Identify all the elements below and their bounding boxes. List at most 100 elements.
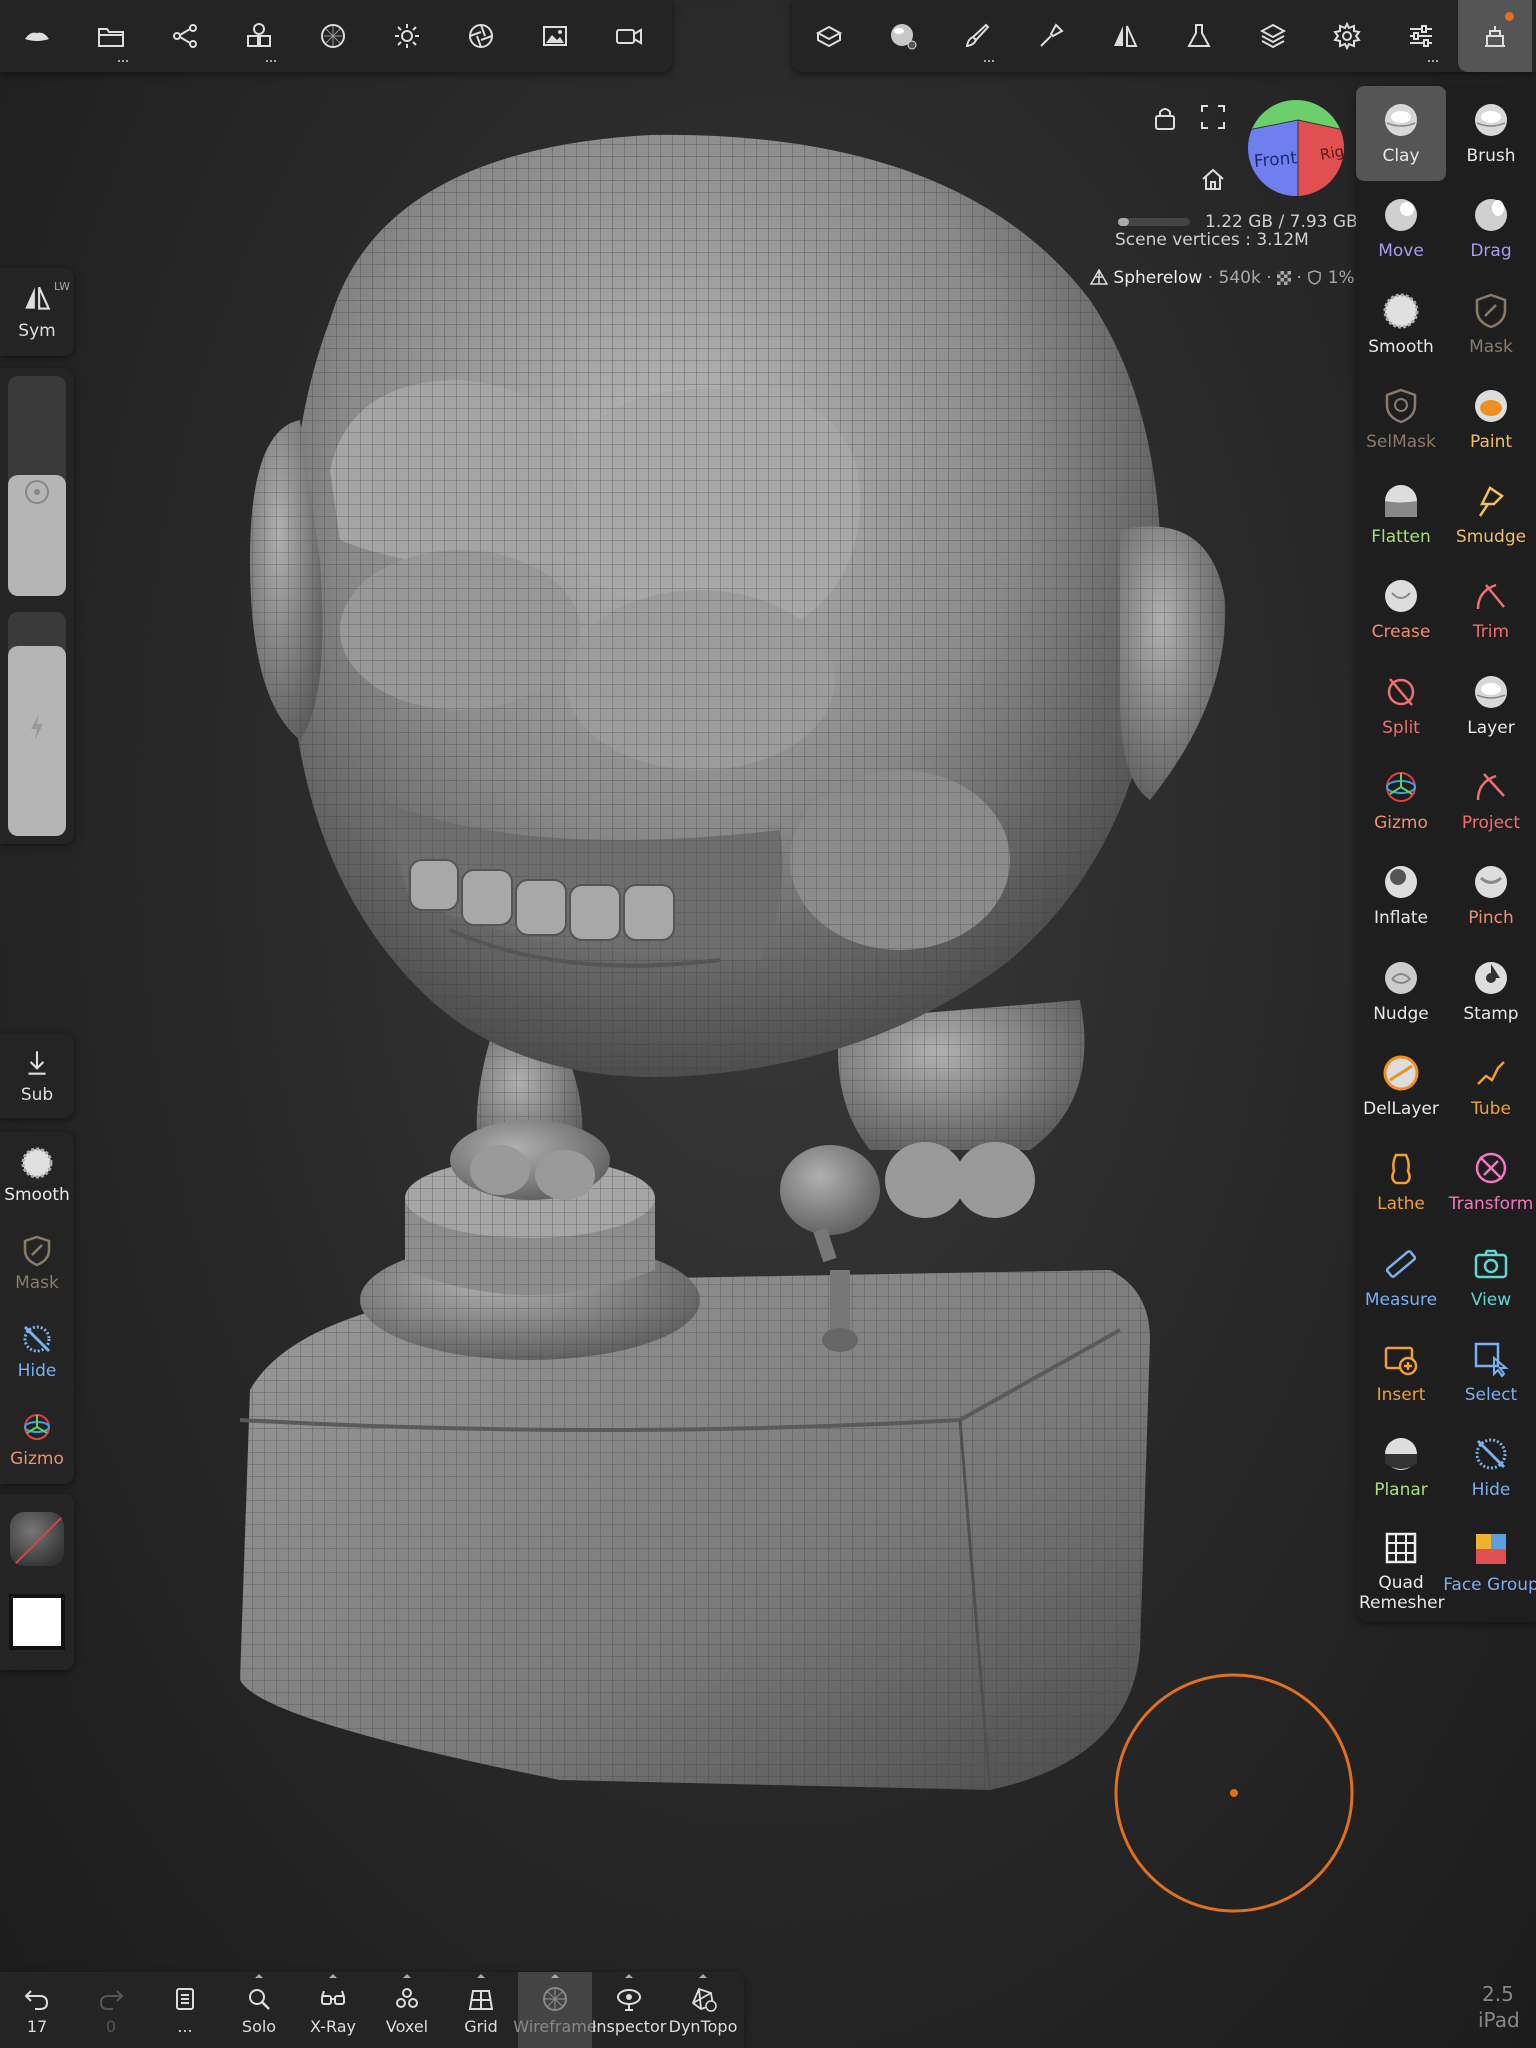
toggle-label: Solo: [241, 2016, 277, 2036]
toggle-inspector[interactable]: Inspector: [592, 1972, 666, 2048]
selmask-icon: [1381, 386, 1421, 426]
symmetry-icon[interactable]: [1088, 0, 1162, 72]
layers-icon[interactable]: [1236, 0, 1310, 72]
brush-stamp[interactable]: Stamp: [1446, 944, 1536, 1039]
mesh-name: Spherelow: [1113, 268, 1203, 288]
topology-icon[interactable]: [792, 0, 866, 72]
quick-tool-mask[interactable]: Mask: [0, 1220, 74, 1308]
brush-view[interactable]: View: [1446, 1230, 1536, 1325]
brush-mask[interactable]: Mask: [1446, 277, 1536, 372]
scene-tree-icon[interactable]: [148, 0, 222, 72]
brush-pinch[interactable]: Pinch: [1446, 848, 1536, 943]
sub-arrow-icon: [28, 1051, 46, 1075]
3d-viewport[interactable]: [0, 0, 1536, 2048]
mesh-info[interactable]: Spherelow · 540k · · 1%: [1089, 268, 1355, 288]
flask-icon[interactable]: [1162, 0, 1236, 72]
brush-brush[interactable]: Brush: [1446, 86, 1536, 181]
color-swatch[interactable]: [9, 1594, 65, 1650]
move-icon: [1381, 195, 1421, 235]
sliders-icon[interactable]: [1384, 0, 1458, 72]
radius-slider[interactable]: [8, 376, 66, 596]
toggle-grid[interactable]: Grid: [444, 1972, 518, 2048]
quick-tool-smooth[interactable]: Smooth: [0, 1132, 74, 1220]
brush-move[interactable]: Move: [1356, 181, 1446, 276]
hide-icon: [1471, 1434, 1511, 1474]
inflate-icon: [1381, 862, 1421, 902]
brush-label: Face Group: [1443, 1575, 1536, 1596]
brush-label: Brush: [1466, 146, 1516, 166]
project-icon: [1471, 767, 1511, 807]
drag-icon: [1471, 195, 1511, 235]
brush-drag[interactable]: Drag: [1446, 181, 1536, 276]
brush-tube[interactable]: Tube: [1446, 1039, 1536, 1134]
brush-planar[interactable]: Planar: [1356, 1420, 1446, 1515]
primitives-icon[interactable]: [222, 0, 296, 72]
quick-tool-gizmo[interactable]: Gizmo: [0, 1396, 74, 1484]
brush-label: Smooth: [1368, 336, 1434, 357]
head: [250, 134, 1226, 1077]
symmetry-toggle[interactable]: Sym LW: [0, 268, 74, 356]
brush-label: Project: [1461, 813, 1521, 834]
brush-lathe[interactable]: Lathe: [1356, 1134, 1446, 1229]
brush-smudge[interactable]: Smudge: [1446, 467, 1536, 562]
brush-paint[interactable]: Paint: [1446, 372, 1536, 467]
camera-aperture-icon[interactable]: [444, 0, 518, 72]
memory-bar: [1118, 218, 1190, 226]
options-caret-icon: [255, 1974, 263, 1978]
paint-brush-icon[interactable]: [940, 0, 1014, 72]
brush-sliders-panel: [0, 368, 74, 844]
brush-transform[interactable]: Transform: [1446, 1134, 1536, 1229]
home-icon[interactable]: [1200, 166, 1226, 192]
stamp-tool-icon[interactable]: [1014, 0, 1088, 72]
brush-flatten[interactable]: Flatten: [1356, 467, 1446, 562]
material-preview-icon[interactable]: [866, 0, 940, 72]
light-icon[interactable]: [370, 0, 444, 72]
brush-clay[interactable]: Clay: [1356, 86, 1446, 182]
settings-gear-icon[interactable]: [1310, 0, 1384, 72]
toggle-dyntopo[interactable]: DynTopo: [666, 1972, 740, 2048]
image-icon[interactable]: [518, 0, 592, 72]
brush-insert[interactable]: Insert: [1356, 1325, 1446, 1420]
intensity-slider[interactable]: [8, 612, 66, 836]
brush-gizmo[interactable]: Gizmo: [1356, 753, 1446, 848]
material-swatch[interactable]: [10, 1512, 64, 1566]
redo-button[interactable]: 0: [74, 1972, 148, 2048]
brush-label: Transform: [1448, 1194, 1534, 1215]
toggle-solo[interactable]: Solo: [222, 1972, 296, 2048]
folder-icon[interactable]: [74, 0, 148, 72]
lock-icon[interactable]: [1152, 104, 1178, 132]
brush-measure[interactable]: Measure: [1356, 1230, 1446, 1325]
video-icon[interactable]: [592, 0, 666, 72]
more-dots: [118, 60, 128, 62]
toggle-wireframe[interactable]: Wireframe: [513, 1972, 597, 2048]
toggle-voxel[interactable]: Voxel: [370, 1972, 444, 2048]
quick-tool-label: Hide: [17, 1361, 57, 1381]
brush-crease[interactable]: Crease: [1356, 562, 1446, 657]
undo-button[interactable]: 17: [0, 1972, 74, 2048]
brush-split[interactable]: Split: [1356, 658, 1446, 753]
paint-icon: [1471, 386, 1511, 426]
quick-tool-hide[interactable]: Hide: [0, 1308, 74, 1396]
view-cube[interactable]: Front Rig: [1248, 100, 1344, 196]
brush-layer[interactable]: Layer: [1446, 658, 1536, 753]
history-menu-button[interactable]: ...: [148, 1972, 222, 2048]
brush-trim[interactable]: Trim: [1446, 562, 1536, 657]
fullscreen-icon[interactable]: [1200, 104, 1226, 130]
brush-select[interactable]: Select: [1446, 1325, 1536, 1420]
scene-pin-icon[interactable]: [1458, 0, 1532, 72]
toggle-label: Wireframe: [513, 2016, 597, 2036]
brush-dellayer[interactable]: DelLayer: [1356, 1039, 1446, 1134]
material-sphere-icon[interactable]: [296, 0, 370, 72]
brush-selmask[interactable]: SelMask: [1356, 372, 1446, 467]
brush-nudge[interactable]: Nudge: [1356, 944, 1446, 1039]
brush-inflate[interactable]: Inflate: [1356, 848, 1446, 943]
brush-project[interactable]: Project: [1446, 753, 1536, 848]
brush-hide[interactable]: Hide: [1446, 1420, 1536, 1515]
brush-quad-remesher[interactable]: Quad Remesher: [1356, 1515, 1446, 1613]
brush-smooth[interactable]: Smooth: [1356, 277, 1446, 372]
nomad-logo-icon[interactable]: [0, 0, 74, 72]
toggle-xray[interactable]: X-Ray: [296, 1972, 370, 2048]
brush-face-group[interactable]: Face Group: [1443, 1515, 1536, 1610]
sub-toggle[interactable]: Sub: [0, 1034, 74, 1118]
lightning-icon: [31, 714, 43, 740]
